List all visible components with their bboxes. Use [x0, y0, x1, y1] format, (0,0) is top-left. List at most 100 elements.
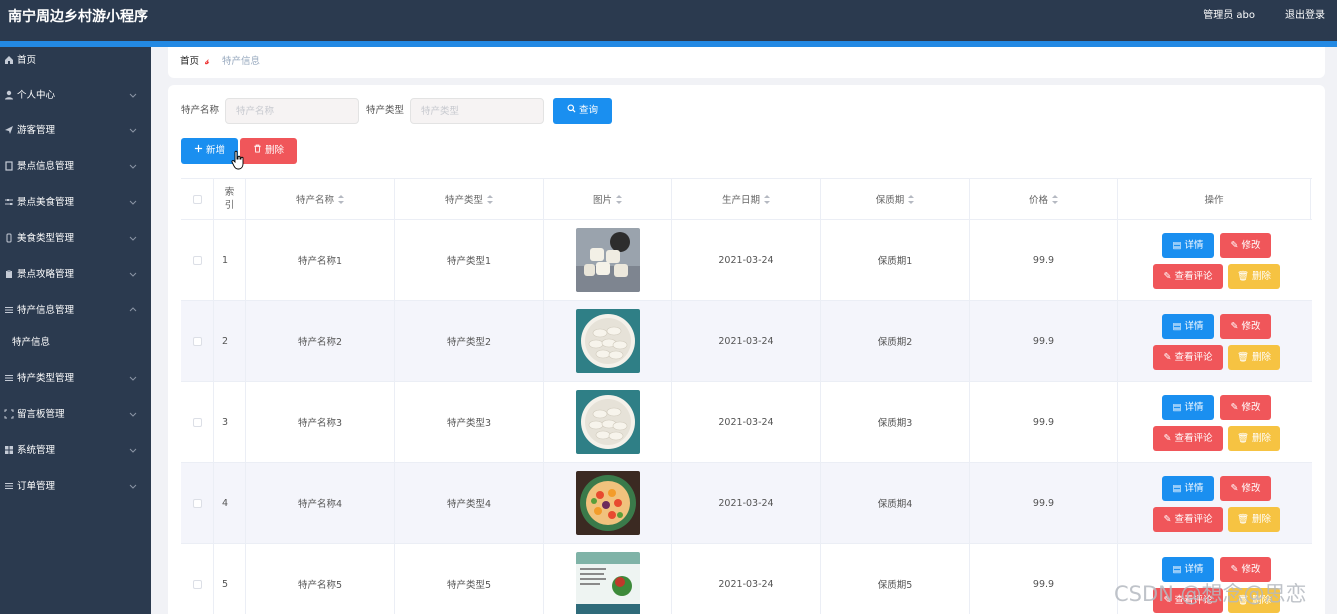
select-all-checkbox[interactable]: [192, 194, 202, 204]
sidebar-item-specialty-type[interactable]: 特产类型管理: [0, 365, 151, 393]
page-scrollbar[interactable]: [1330, 47, 1337, 614]
sidebar-item-scenic-guide[interactable]: 景点攻略管理: [0, 261, 151, 289]
plus-icon: [194, 138, 203, 164]
row-index: 4: [214, 463, 246, 543]
product-image[interactable]: [575, 228, 640, 292]
row-shelf-life: 保质期5: [821, 544, 970, 614]
sidebar-item-label: 美食类型管理: [17, 233, 75, 244]
sort-icon[interactable]: [338, 194, 344, 204]
sort-icon[interactable]: [908, 194, 915, 204]
table-header: 索引 特产名称 特产类型 图片 生产日期 保质期 价格 操作: [181, 178, 1312, 220]
product-image[interactable]: [575, 552, 640, 614]
product-image[interactable]: [575, 309, 640, 373]
row-type: 特产类型1: [395, 220, 544, 300]
chevron-down-icon: [129, 272, 137, 277]
row-checkbox[interactable]: [192, 417, 202, 427]
row-checkbox[interactable]: [192, 579, 202, 589]
row-type: 特产类型2: [395, 301, 544, 381]
view-comments-button[interactable]: ✎ 查看评论: [1153, 507, 1223, 532]
mobile-icon: [3, 233, 14, 244]
product-image[interactable]: [575, 390, 640, 454]
add-button[interactable]: 新增: [181, 138, 238, 164]
edit-button[interactable]: ✎ 修改: [1220, 314, 1271, 339]
edit-button[interactable]: ✎ 修改: [1220, 395, 1271, 420]
row-delete-button[interactable]: 🗑 删除: [1228, 588, 1280, 613]
column-header-type[interactable]: 特产类型: [395, 179, 544, 219]
sidebar-item-food-type[interactable]: 美食类型管理: [0, 225, 151, 253]
column-header-image[interactable]: 图片: [544, 179, 672, 219]
sidebar-subitem-specialty-info[interactable]: 特产信息: [0, 329, 151, 357]
row-delete-button[interactable]: 🗑 删除: [1228, 345, 1280, 370]
type-filter-input[interactable]: [410, 98, 544, 124]
edit-button[interactable]: ✎ 修改: [1220, 476, 1271, 501]
sidebar-item-system[interactable]: 系统管理: [0, 437, 151, 465]
batch-delete-button[interactable]: 删除: [240, 138, 297, 164]
sidebar-item-orders[interactable]: 订单管理: [0, 473, 151, 501]
row-shelf-life: 保质期1: [821, 220, 970, 300]
sidebar-item-visitor[interactable]: 游客管理: [0, 117, 151, 145]
trash-icon: 🗑: [1236, 595, 1253, 606]
sidebar-item-personal-center[interactable]: 个人中心: [0, 82, 151, 110]
row-checkbox[interactable]: [192, 498, 202, 508]
product-image[interactable]: [575, 471, 640, 535]
sidebar-item-specialty-info[interactable]: 特产信息管理: [0, 297, 151, 325]
row-price: 99.9: [970, 301, 1118, 381]
type-filter-label: 特产类型: [366, 105, 405, 116]
sidebar-item-label: 特产信息: [12, 337, 51, 348]
sidebar-item-home[interactable]: 首页: [0, 47, 151, 75]
row-checkbox[interactable]: [192, 336, 202, 346]
trash-icon: 🗑: [1236, 271, 1253, 282]
sidebar-item-label: 首页: [17, 55, 37, 66]
view-comments-button[interactable]: ✎ 查看评论: [1153, 264, 1223, 289]
sidebar-item-scenic-food[interactable]: 景点美食管理: [0, 189, 151, 217]
row-image-cell: [544, 220, 672, 300]
row-shelf-life: 保质期4: [821, 463, 970, 543]
sort-icon[interactable]: [616, 194, 622, 204]
row-delete-button[interactable]: 🗑 删除: [1228, 264, 1280, 289]
edit-button[interactable]: ✎ 修改: [1220, 233, 1271, 258]
view-comments-button[interactable]: ✎ 查看评论: [1153, 345, 1223, 370]
detail-button[interactable]: ▤ 详情: [1162, 314, 1214, 339]
detail-button[interactable]: ▤ 详情: [1162, 476, 1214, 501]
document-icon: [3, 161, 14, 172]
table-row: 1 特产名称1 特产类型1 2021-03-24 保质期1 99.9 ▤ 详情 ✎ 修改 ✎ 查…: [181, 220, 1312, 301]
row-checkbox[interactable]: [192, 255, 202, 265]
row-delete-button[interactable]: 🗑 删除: [1228, 426, 1280, 451]
search-icon: [567, 98, 576, 124]
detail-button[interactable]: ▤ 详情: [1162, 395, 1214, 420]
edit-icon: ✎: [1163, 514, 1175, 525]
sort-icon[interactable]: [487, 194, 493, 204]
row-date: 2021-03-24: [672, 220, 821, 300]
sort-icon[interactable]: [764, 194, 770, 204]
row-actions: ▤ 详情 ✎ 修改 ✎ 查看评论 🗑 删除: [1118, 382, 1312, 462]
row-delete-button[interactable]: 🗑 删除: [1228, 507, 1280, 532]
sliders-icon: [3, 197, 14, 208]
breadcrumb-home[interactable]: 首页: [180, 56, 199, 68]
document-icon: ▤: [1172, 564, 1185, 575]
row-image-cell: [544, 463, 672, 543]
name-filter-input[interactable]: [225, 98, 359, 124]
row-name: 特产名称3: [246, 382, 395, 462]
column-header-shelf-life[interactable]: 保质期: [821, 179, 970, 219]
sidebar-item-message-board[interactable]: 留言板管理: [0, 401, 151, 429]
row-index: 5: [214, 544, 246, 614]
detail-button[interactable]: ▤ 详情: [1162, 233, 1214, 258]
column-header-date[interactable]: 生产日期: [672, 179, 821, 219]
sort-icon[interactable]: [1052, 194, 1058, 204]
sidebar-item-label: 个人中心: [17, 90, 56, 101]
edit-button[interactable]: ✎ 修改: [1220, 557, 1271, 582]
column-header-name[interactable]: 特产名称: [246, 179, 395, 219]
logout-link[interactable]: 退出登录: [1285, 9, 1325, 23]
trash-icon: 🗑: [1236, 352, 1253, 363]
row-type: 特产类型3: [395, 382, 544, 462]
column-header-price[interactable]: 价格: [970, 179, 1118, 219]
search-button[interactable]: 查询: [553, 98, 612, 124]
view-comments-button[interactable]: ✎ 查看评论: [1153, 426, 1223, 451]
row-image-cell: [544, 301, 672, 381]
view-comments-button[interactable]: ✎ 查看评论: [1153, 588, 1223, 613]
sidebar-item-scenic-info[interactable]: 景点信息管理: [0, 153, 151, 181]
row-name: 特产名称5: [246, 544, 395, 614]
detail-button[interactable]: ▤ 详情: [1162, 557, 1214, 582]
chevron-down-icon: [129, 93, 137, 98]
hand-cursor-icon: [231, 150, 244, 170]
